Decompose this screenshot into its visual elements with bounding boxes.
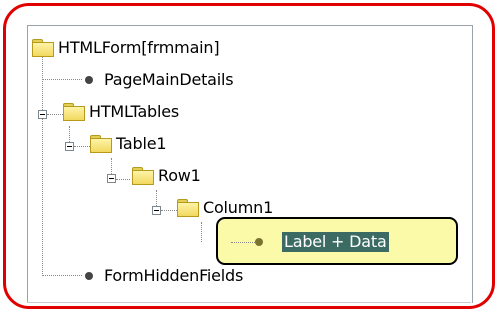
tree-node-label: PageMainDetails [104, 70, 234, 89]
tree-node-label: HTMLForm[frmmain] [58, 38, 220, 57]
tree-node-row1[interactable]: Row1 [132, 164, 201, 188]
leaf-dot-icon [255, 238, 263, 246]
tree-connector [42, 48, 43, 276]
collapse-toggle-icon[interactable] [107, 174, 116, 183]
highlight-callout: Label + Data [216, 217, 458, 265]
tree-node-htmltables[interactable]: HTMLTables [63, 100, 179, 124]
tree-node-table1[interactable]: Table1 [90, 132, 167, 156]
tree-bottom-edge [27, 302, 471, 303]
tree-connector [74, 146, 90, 147]
tree-connector [42, 275, 82, 276]
collapse-toggle-icon[interactable] [152, 206, 161, 215]
tree-node-label: Row1 [158, 166, 201, 185]
collapse-toggle-icon[interactable] [38, 110, 47, 119]
tree-node-label-selected: Label + Data [282, 232, 389, 252]
tree-node-label: FormHiddenFields [104, 266, 244, 285]
leaf-dot-icon [85, 272, 93, 280]
collapse-toggle-icon[interactable] [65, 142, 74, 151]
leaf-dot-icon [85, 76, 93, 84]
tree-node-label-plus-data[interactable]: Label + Data [282, 231, 389, 253]
tree-connector [161, 210, 177, 211]
tree-connector [47, 114, 63, 115]
tree-node-pagemaindetails[interactable]: PageMainDetails [82, 68, 234, 92]
tree-node-root[interactable]: HTMLForm[frmmain] [32, 36, 220, 60]
tree-node-label: HTMLTables [89, 102, 180, 121]
tree-connector [116, 179, 130, 180]
tree-node-label: Table1 [116, 134, 167, 153]
tree-connector [42, 79, 82, 80]
tree-node-formhiddenfields[interactable]: FormHiddenFields [82, 264, 243, 288]
tree-connector [201, 222, 202, 242]
